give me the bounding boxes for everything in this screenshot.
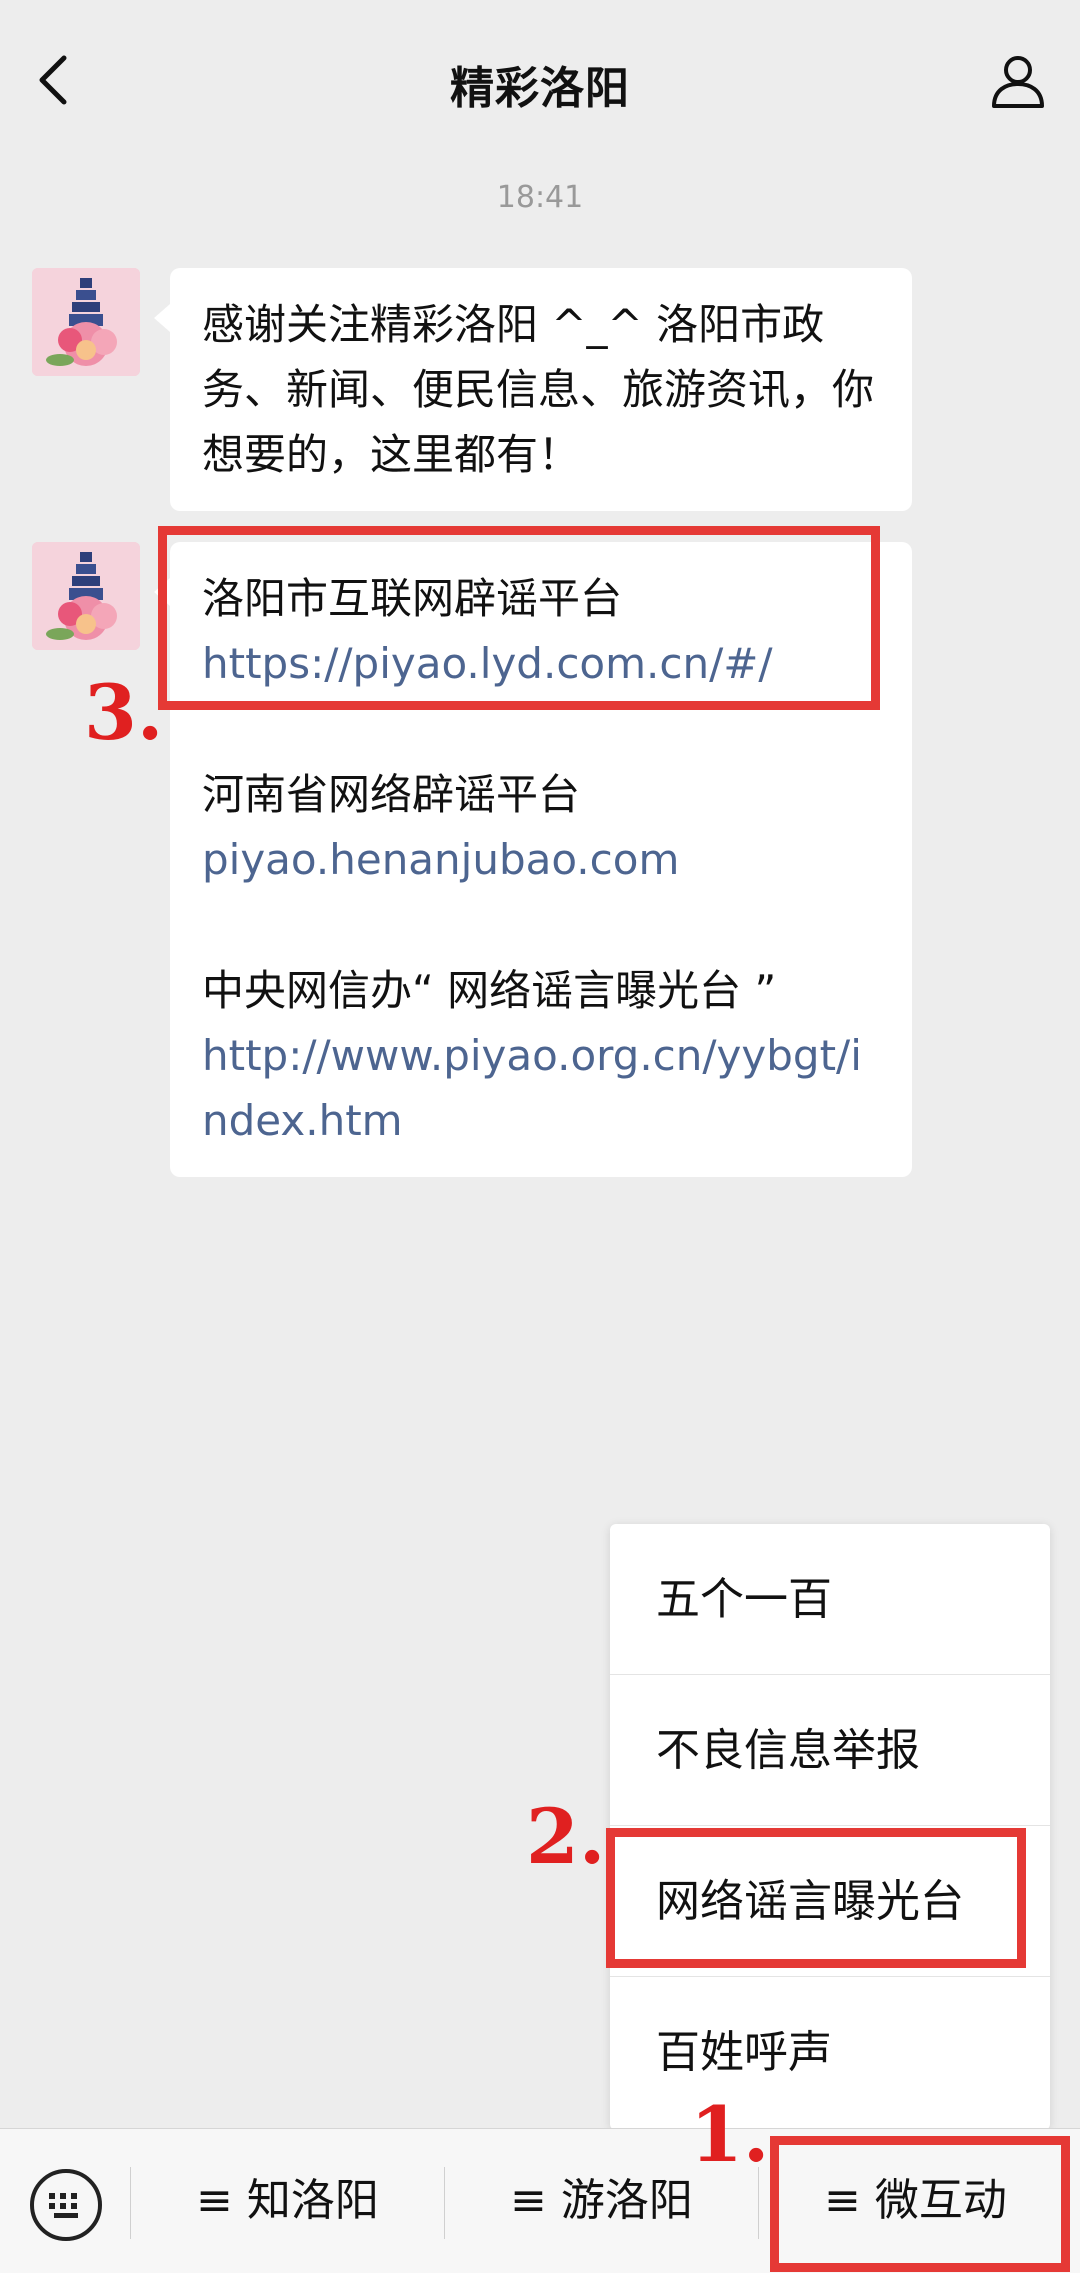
page-title: 精彩洛阳 bbox=[450, 63, 630, 114]
highlight-box-step3 bbox=[158, 526, 880, 710]
popup-menu: 五个一百 不良信息举报 网络谣言曝光台 百姓呼声 bbox=[610, 1524, 1050, 2130]
welcome-message-text: 感谢关注精彩洛阳 ^_^ 洛阳市政务、新闻、便民信息、旅游资讯，你想要的，这里都… bbox=[202, 300, 875, 479]
avatar[interactable] bbox=[32, 268, 140, 376]
menu-item-wugeyibai[interactable]: 五个一百 bbox=[610, 1524, 1050, 1675]
link-entry-henan: 河南省网络辟谣平台 piyao.henanjubao.com bbox=[202, 762, 880, 892]
highlight-box-step2 bbox=[606, 1828, 1026, 1968]
profile-icon bbox=[992, 56, 1044, 108]
step2-label: 2. bbox=[526, 1792, 606, 1881]
profile-button[interactable] bbox=[988, 50, 1048, 110]
welcome-message-bubble[interactable]: 感谢关注精彩洛阳 ^_^ 洛阳市政务、新闻、便民信息、旅游资讯，你想要的，这里都… bbox=[154, 268, 912, 511]
link-url[interactable]: piyao.henanjubao.com bbox=[202, 827, 880, 892]
keyboard-toggle-button[interactable] bbox=[30, 2169, 102, 2241]
highlight-box-step1 bbox=[770, 2136, 1070, 2272]
avatar-pagoda-peony bbox=[32, 542, 140, 650]
tab-zhi-luoyang[interactable]: ≡ 知洛阳 bbox=[131, 2129, 444, 2273]
step1-label: 1. bbox=[690, 2090, 770, 2179]
avatar[interactable] bbox=[32, 542, 140, 650]
avatar-pagoda-peony bbox=[32, 268, 140, 376]
link-entry-central: 中央网信办“ 网络谣言曝光台 ” http://www.piyao.org.cn… bbox=[202, 958, 880, 1153]
menu-item-report[interactable]: 不良信息举报 bbox=[610, 1675, 1050, 1826]
link-url[interactable]: http://www.piyao.org.cn/yybgt/index.htm bbox=[202, 1023, 880, 1153]
keyboard-icon bbox=[49, 2193, 78, 2218]
link-title: 河南省网络辟谣平台 bbox=[202, 770, 581, 819]
menu-item-public-voice[interactable]: 百姓呼声 bbox=[610, 1977, 1050, 2128]
step3-label: 3. bbox=[84, 668, 164, 757]
top-bar: 精彩洛阳 bbox=[0, 0, 1080, 150]
link-title: 中央网信办“ 网络谣言曝光台 ” bbox=[202, 966, 777, 1015]
message-timestamp: 18:41 bbox=[496, 180, 584, 215]
